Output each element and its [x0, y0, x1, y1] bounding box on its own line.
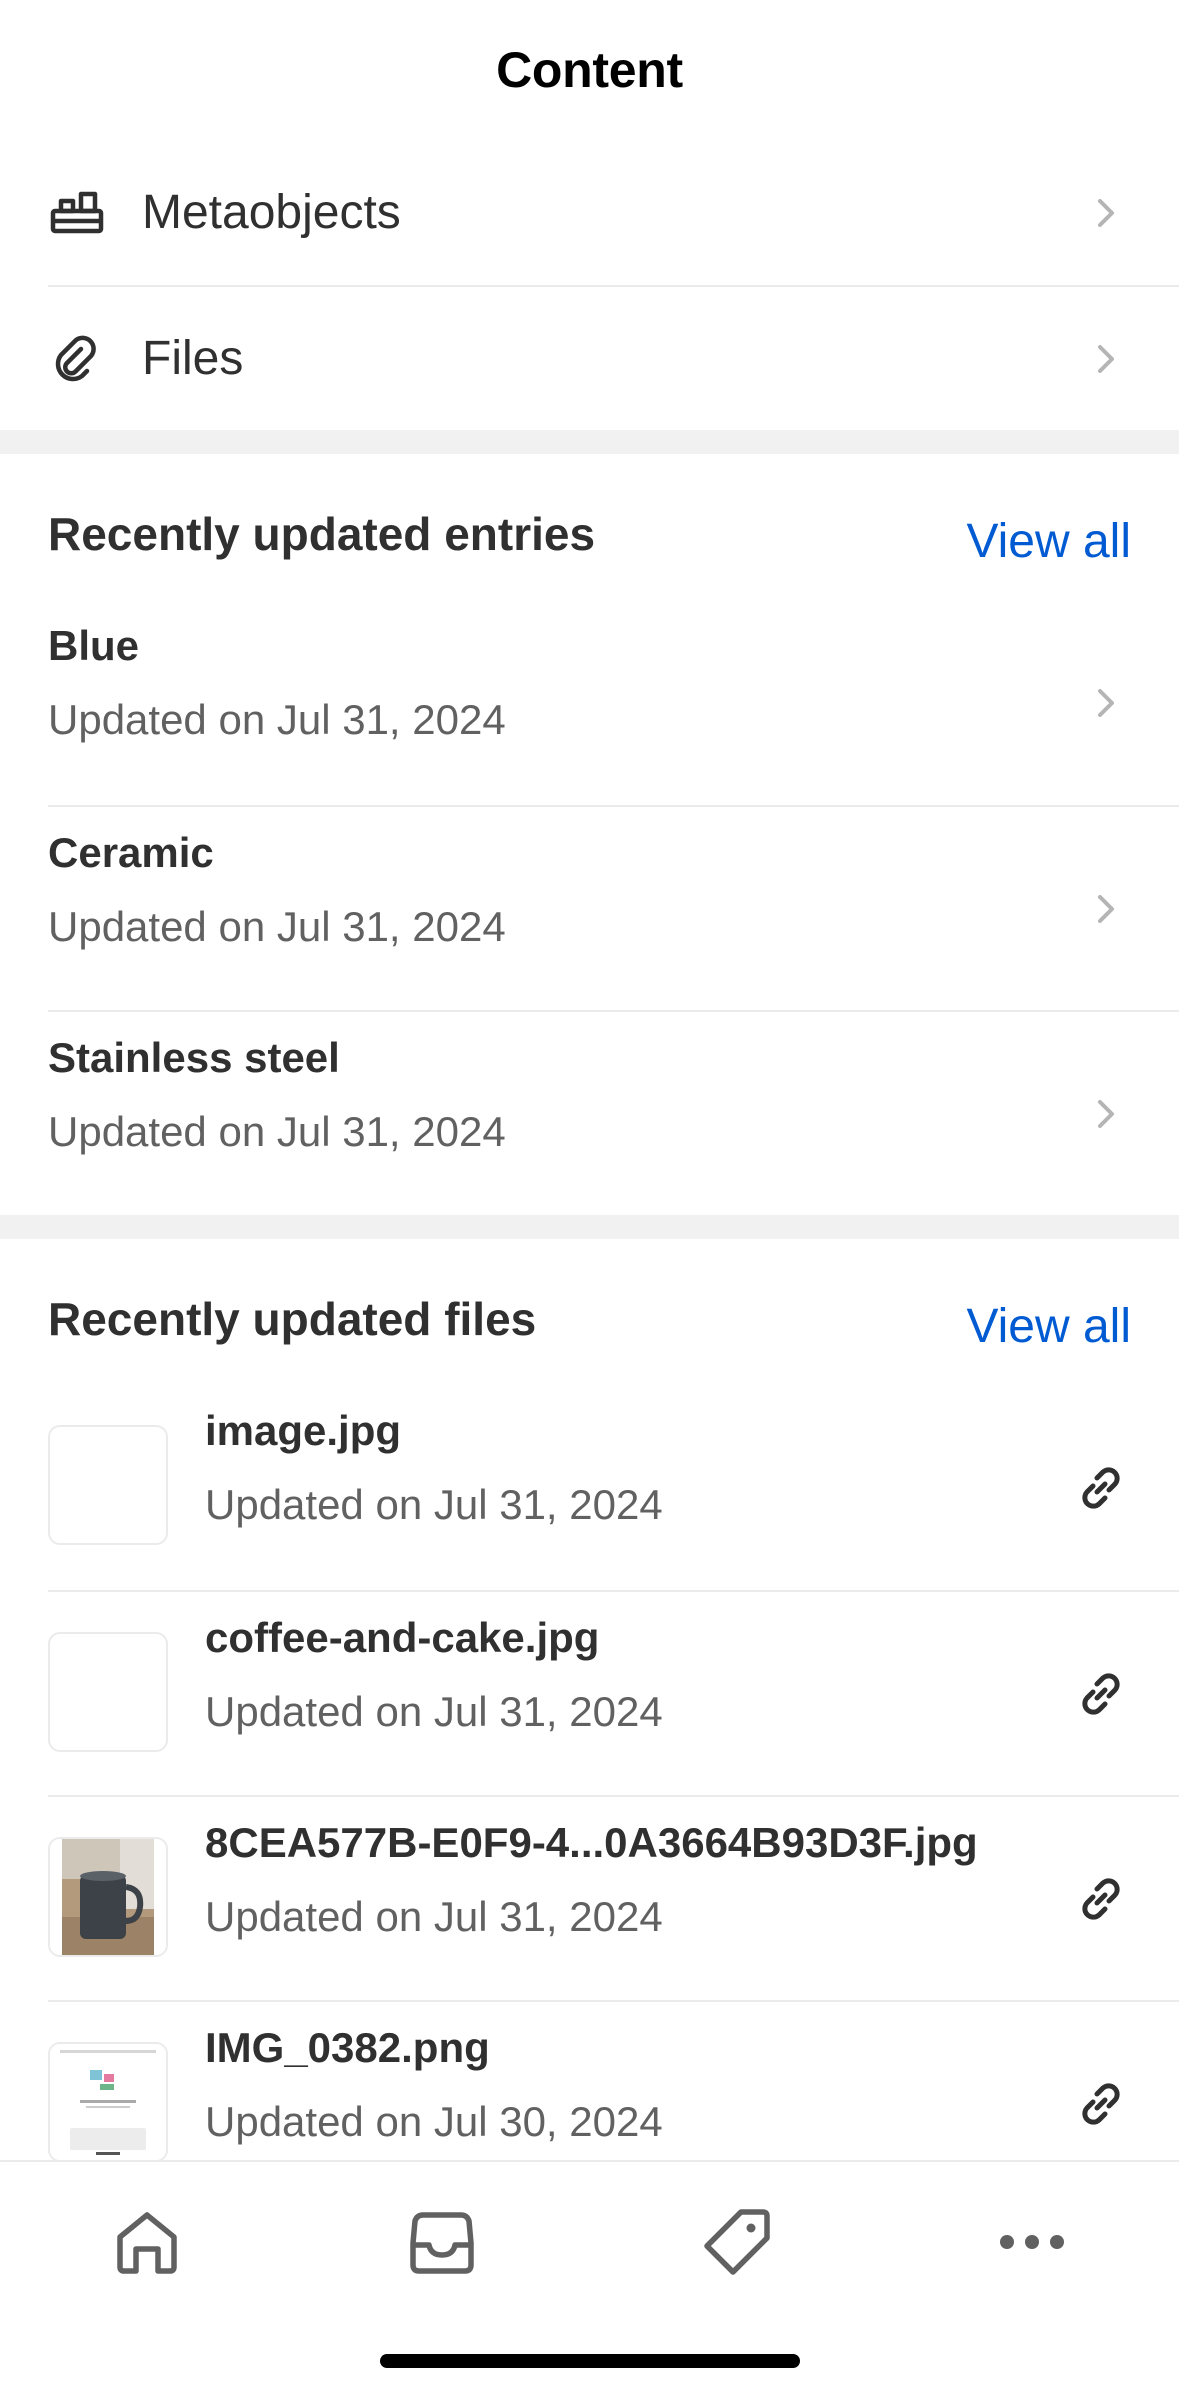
entry-row[interactable]: Blue Updated on Jul 31, 2024: [48, 600, 1179, 805]
section-divider: [0, 1215, 1179, 1239]
file-row[interactable]: 8CEA577B-E0F9-4...0A3664B93D3F.jpg Updat…: [48, 1795, 1179, 2000]
entry-row[interactable]: Stainless steel Updated on Jul 31, 2024: [48, 1010, 1179, 1215]
entry-title: Ceramic: [48, 829, 214, 876]
file-name: IMG_0382.png: [205, 2024, 490, 2071]
entry-title: Stainless steel: [48, 1034, 340, 1081]
chevron-right-icon: [1098, 1099, 1114, 1128]
metaobjects-icon: [48, 184, 106, 242]
entry-updated: Updated on Jul 31, 2024: [48, 696, 506, 743]
chevron-right-icon: [1098, 198, 1114, 227]
file-thumbnail: [48, 1632, 168, 1752]
tab-products[interactable]: [697, 2202, 777, 2282]
chevron-right-icon: [1098, 344, 1114, 373]
entry-row[interactable]: Ceramic Updated on Jul 31, 2024: [48, 805, 1179, 1010]
file-name: 8CEA577B-E0F9-4...0A3664B93D3F.jpg: [205, 1819, 978, 1866]
file-name: image.jpg: [205, 1407, 402, 1454]
tab-home[interactable]: [107, 2202, 187, 2282]
copy-link-icon[interactable]: [1071, 1869, 1131, 1929]
section-divider: [0, 430, 1179, 454]
section-title: Recently updated entries: [48, 508, 596, 560]
chevron-right-icon: [1098, 894, 1114, 923]
screenshot-thumbnail: [48, 2042, 168, 2162]
nav-item-label: Files: [142, 332, 244, 385]
tab-orders[interactable]: [402, 2202, 482, 2282]
tab-more[interactable]: [992, 2202, 1072, 2282]
entry-updated: Updated on Jul 31, 2024: [48, 903, 506, 950]
tag-icon: [704, 2209, 770, 2275]
entry-title: Blue: [48, 622, 140, 669]
more-icon: [1000, 2235, 1064, 2249]
copy-link-icon[interactable]: [1071, 2074, 1131, 2134]
nav-item-metaobjects[interactable]: Metaobjects: [48, 140, 1179, 285]
entry-updated: Updated on Jul 31, 2024: [48, 1108, 506, 1155]
files-view-all-link[interactable]: View all: [966, 1299, 1131, 1354]
chevron-right-icon: [1098, 688, 1114, 717]
file-name: coffee-and-cake.jpg: [205, 1614, 600, 1661]
file-row[interactable]: coffee-and-cake.jpg Updated on Jul 31, 2…: [48, 1590, 1179, 1795]
file-updated: Updated on Jul 31, 2024: [205, 1688, 663, 1735]
entries-section-header: Recently updated entries View all: [0, 454, 1179, 614]
nav-item-label: Metaobjects: [142, 186, 401, 239]
files-section-header: Recently updated files View all: [0, 1239, 1179, 1399]
page-header: Content: [0, 0, 1179, 140]
mug-photo-thumbnail: [48, 1837, 168, 1957]
inbox-icon: [410, 2212, 474, 2274]
section-title: Recently updated files: [48, 1293, 537, 1345]
file-updated: Updated on Jul 31, 2024: [205, 1481, 663, 1528]
home-icon: [117, 2212, 177, 2274]
copy-link-icon[interactable]: [1071, 1664, 1131, 1724]
copy-link-icon[interactable]: [1071, 1458, 1131, 1518]
file-updated: Updated on Jul 30, 2024: [205, 2098, 663, 2145]
file-row[interactable]: image.jpg Updated on Jul 31, 2024: [48, 1385, 1179, 1590]
entries-view-all-link[interactable]: View all: [966, 514, 1131, 569]
file-updated: Updated on Jul 31, 2024: [205, 1893, 663, 1940]
home-indicator: [380, 2354, 800, 2368]
file-thumbnail: [48, 1425, 168, 1545]
page-title: Content: [496, 42, 683, 98]
nav-item-files[interactable]: Files: [48, 285, 1179, 430]
paperclip-icon: [48, 330, 106, 388]
